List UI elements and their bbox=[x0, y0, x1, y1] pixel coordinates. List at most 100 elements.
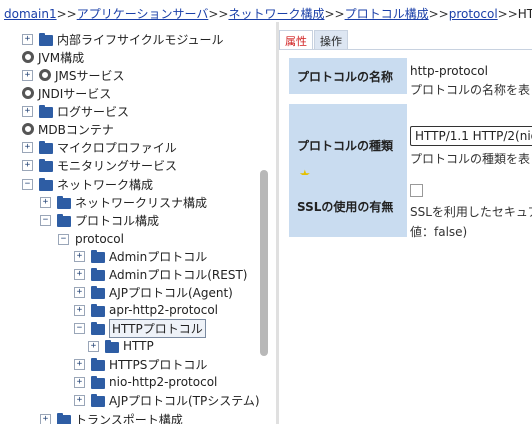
tree-item[interactable]: + モニタリングサービス bbox=[22, 156, 177, 174]
expand-icon[interactable]: + bbox=[88, 340, 99, 352]
breadcrumb-protocol-config[interactable]: プロトコル構成 bbox=[345, 7, 429, 21]
protocol-name-desc: プロトコルの名称を表しま bbox=[410, 83, 532, 97]
tree-item-label[interactable]: nio-http2-protocol bbox=[109, 375, 217, 389]
tree-item[interactable]: − プロトコル構成 bbox=[40, 211, 159, 229]
breadcrumb-domain1[interactable]: domain1 bbox=[4, 7, 57, 21]
tree-item[interactable]: − ネットワーク構成 bbox=[22, 175, 153, 193]
folder-icon bbox=[39, 32, 53, 46]
ssl-label: SSLの使用の有無 bbox=[289, 175, 407, 237]
tree-item-label[interactable]: ログサービス bbox=[57, 103, 129, 120]
ssl-value: SSLを利用したセキュアな 値：false) bbox=[410, 184, 532, 240]
tree-item[interactable]: + 内部ライフサイクルモジュール bbox=[22, 30, 224, 48]
tree-item-label[interactable]: AJPプロトコル(Agent) bbox=[109, 284, 233, 301]
tree-scrollbar-thumb[interactable] bbox=[260, 170, 268, 356]
protocol-type-select[interactable]: HTTP/1.1 HTTP/2(nio) bbox=[410, 126, 532, 146]
tree-item-label[interactable]: Adminプロトコル(REST) bbox=[109, 266, 247, 283]
breadcrumb-protocol[interactable]: protocol bbox=[449, 7, 498, 21]
tree-item-label[interactable]: HTTPSプロトコル bbox=[109, 356, 207, 373]
expand-icon[interactable]: + bbox=[22, 33, 33, 45]
folder-icon bbox=[91, 303, 105, 317]
expand-icon[interactable]: + bbox=[22, 159, 33, 171]
collapse-icon[interactable]: − bbox=[40, 214, 51, 226]
tree-item-label[interactable]: トランスポート構成 bbox=[75, 411, 183, 424]
expand-icon[interactable]: + bbox=[74, 304, 85, 316]
expand-icon[interactable]: + bbox=[74, 250, 85, 262]
tree-item[interactable]: + nio-http2-protocol bbox=[74, 373, 217, 391]
breadcrumb-network[interactable]: ネットワーク構成 bbox=[228, 7, 324, 21]
tree-item[interactable]: + トランスポート構成 bbox=[40, 410, 183, 424]
tree-item[interactable]: MDBコンテナ bbox=[22, 120, 114, 138]
expand-icon[interactable]: + bbox=[40, 413, 51, 424]
tree-item[interactable]: + apr-http2-protocol bbox=[74, 301, 218, 319]
ssl-desc: SSLを利用したセキュアな bbox=[410, 205, 532, 219]
tree-item-label[interactable]: マイクロプロファイル bbox=[57, 139, 177, 156]
tree-item-label[interactable]: プロトコル構成 bbox=[75, 212, 159, 229]
folder-icon bbox=[91, 375, 105, 389]
tree-item-label[interactable]: HTTP bbox=[123, 339, 154, 353]
tree-item[interactable]: + ネットワークリスナ構成 bbox=[40, 193, 207, 211]
folder-icon bbox=[91, 249, 105, 263]
tree-item-label[interactable]: MDBコンテナ bbox=[38, 121, 114, 138]
protocol-name-label: プロトコルの名称 bbox=[289, 58, 407, 94]
tab-operations[interactable]: 操作 bbox=[314, 30, 348, 50]
expand-icon[interactable]: + bbox=[22, 69, 33, 81]
expand-icon[interactable]: + bbox=[22, 105, 33, 117]
ssl-default: 値：false) bbox=[410, 225, 468, 239]
folder-icon bbox=[91, 357, 105, 371]
tree-item-label[interactable]: 内部ライフサイクルモジュール bbox=[57, 31, 224, 48]
gear-icon bbox=[39, 69, 51, 81]
tree-item[interactable]: JVM構成 bbox=[22, 48, 84, 66]
tree-item[interactable]: + HTTPSプロトコル bbox=[74, 355, 207, 373]
tree-item-label[interactable]: JNDIサービス bbox=[38, 85, 111, 102]
tree-item[interactable]: + AJPプロトコル(Agent) bbox=[74, 283, 233, 301]
collapse-icon[interactable]: − bbox=[22, 178, 33, 190]
expand-icon[interactable]: + bbox=[74, 268, 85, 280]
folder-icon bbox=[39, 104, 53, 118]
collapse-icon[interactable]: − bbox=[74, 322, 85, 334]
tree-item-label[interactable]: ネットワークリスナ構成 bbox=[75, 194, 207, 211]
tree-item[interactable]: − HTTPプロトコル bbox=[74, 318, 206, 338]
folder-icon bbox=[91, 285, 105, 299]
tree-item[interactable]: + JMSサービス bbox=[22, 66, 125, 84]
tree-item[interactable]: + AJPプロトコル(TPシステム) bbox=[74, 391, 260, 409]
tree-item-label[interactable]: AJPプロトコル(TPシステム) bbox=[109, 392, 260, 409]
breadcrumb-separator: >> bbox=[428, 7, 449, 21]
expand-icon[interactable]: + bbox=[74, 376, 85, 388]
folder-icon bbox=[91, 267, 105, 281]
expand-icon[interactable]: + bbox=[22, 141, 33, 153]
tree-item[interactable]: JNDIサービス bbox=[22, 84, 111, 102]
breadcrumb-separator: >> bbox=[497, 7, 518, 21]
tree-item[interactable]: + Adminプロトコル(REST) bbox=[74, 265, 247, 283]
folder-icon bbox=[91, 393, 105, 407]
tree-item-label[interactable]: JMSサービス bbox=[55, 67, 125, 84]
expand-icon[interactable]: + bbox=[74, 286, 85, 298]
tree-item[interactable]: + HTTP bbox=[88, 337, 154, 355]
folder-icon bbox=[57, 412, 71, 424]
folder-icon bbox=[39, 140, 53, 154]
gear-icon bbox=[22, 87, 34, 99]
tab-bar: 属性 操作 bbox=[279, 30, 349, 50]
breadcrumb-separator: >> bbox=[324, 7, 345, 21]
tree-item-label[interactable]: HTTPプロトコル bbox=[109, 318, 206, 338]
ssl-checkbox[interactable] bbox=[410, 184, 423, 197]
tab-attributes[interactable]: 属性 bbox=[279, 30, 313, 50]
tree-item[interactable]: − protocol bbox=[58, 230, 124, 248]
expand-icon[interactable]: + bbox=[74, 394, 85, 406]
expand-icon[interactable]: + bbox=[74, 358, 85, 370]
tree-item-label[interactable]: apr-http2-protocol bbox=[109, 303, 218, 317]
tree-item-label[interactable]: Adminプロトコル bbox=[109, 248, 207, 265]
breadcrumb-app-server[interactable]: アプリケーションサーバ bbox=[77, 7, 209, 21]
tree-item[interactable]: + ログサービス bbox=[22, 102, 129, 120]
tree-item[interactable]: + マイクロプロファイル bbox=[22, 138, 177, 156]
tree-item-label[interactable]: protocol bbox=[75, 232, 124, 246]
tree-item-label[interactable]: ネットワーク構成 bbox=[57, 176, 153, 193]
collapse-icon[interactable]: − bbox=[58, 233, 69, 245]
tree-item[interactable]: + Adminプロトコル bbox=[74, 247, 207, 265]
detail-panel: 属性 操作 プロトコルの名称 http-protocol プロトコルの名称を表し… bbox=[279, 22, 532, 424]
tab-divider bbox=[279, 49, 532, 50]
protocol-type-value: HTTP/1.1 HTTP/2(nio) プロトコルの種類を表しま bbox=[410, 126, 532, 167]
breadcrumb-separator: >> bbox=[208, 7, 229, 21]
expand-icon[interactable]: + bbox=[40, 196, 51, 208]
tree-item-label[interactable]: JVM構成 bbox=[38, 49, 84, 66]
tree-item-label[interactable]: モニタリングサービス bbox=[57, 157, 177, 174]
